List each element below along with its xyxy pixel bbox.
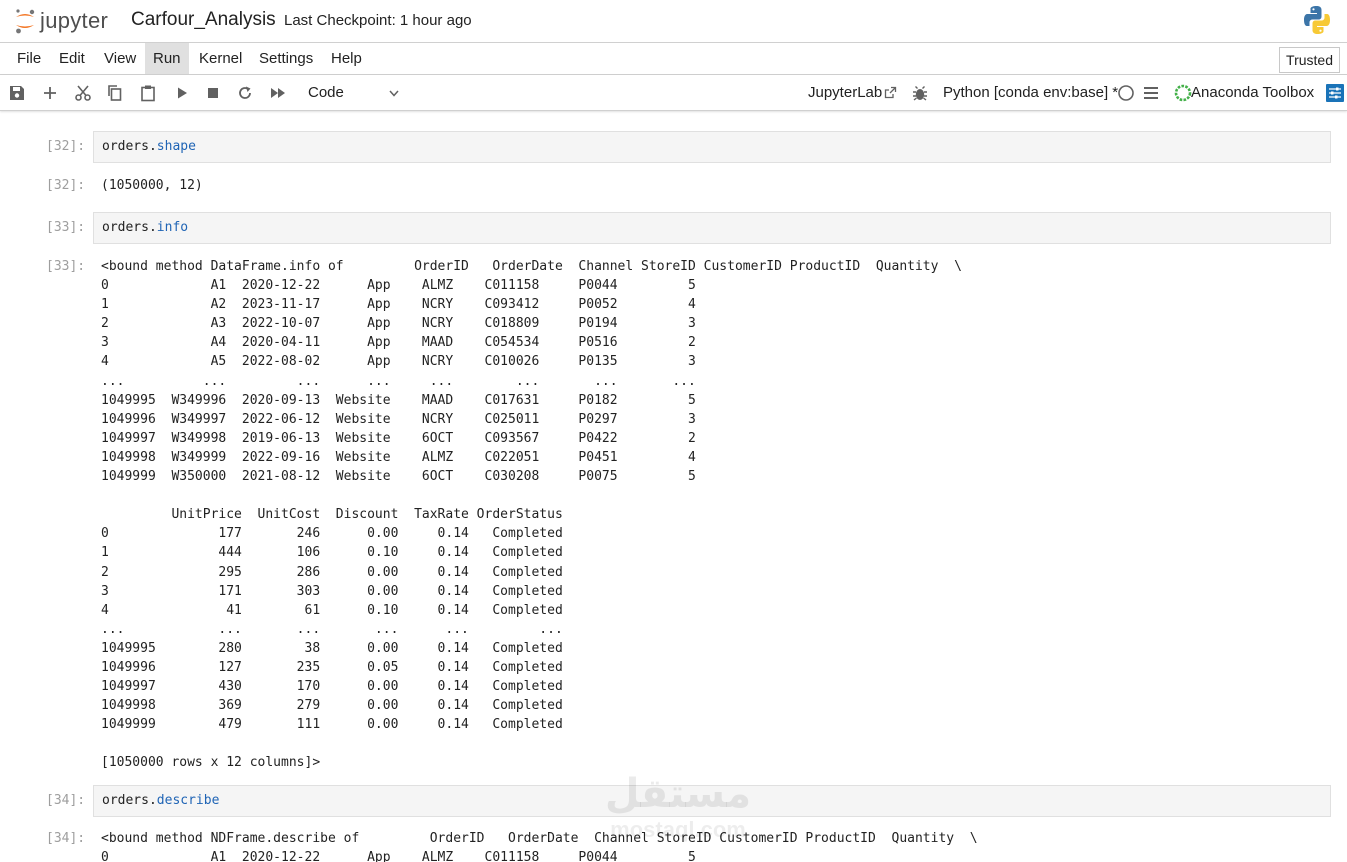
code-attribute: describe xyxy=(156,793,220,808)
anaconda-icon xyxy=(1174,84,1192,102)
menu-lines-icon[interactable] xyxy=(1143,85,1159,101)
cell-type-select[interactable]: Code xyxy=(308,84,344,101)
save-icon[interactable] xyxy=(8,84,26,102)
kernel-name[interactable]: Python [conda env:base] * xyxy=(943,84,1118,101)
notebook-title[interactable]: Carfour_Analysis xyxy=(131,9,276,31)
cell-output: (1050000, 12) xyxy=(101,178,203,193)
output-prompt: [32]: xyxy=(46,178,86,193)
paste-icon[interactable] xyxy=(139,84,157,102)
code-text[interactable]: orders.shape xyxy=(102,139,196,154)
stop-icon[interactable] xyxy=(204,84,222,102)
trusted-badge[interactable]: Trusted xyxy=(1279,47,1340,73)
input-prompt: [32]: xyxy=(46,139,86,154)
jupyter-logo-text: jupyter xyxy=(40,8,109,33)
run-icon[interactable] xyxy=(173,84,191,102)
code-text[interactable]: orders.info xyxy=(102,220,188,235)
input-prompt: [34]: xyxy=(46,793,86,808)
jupyter-logo-icon xyxy=(16,9,35,34)
menu-bar: File Edit View Run Kernel Settings Help … xyxy=(0,43,1347,75)
fast-forward-icon[interactable] xyxy=(269,84,287,102)
notebook-panel[interactable]: [32]: orders.shape [32]: (1050000, 12) [… xyxy=(0,112,1347,862)
cell-output: <bound method NDFrame.describe of OrderI… xyxy=(101,831,978,862)
notebook-toolbar: Code JupyterLab Python [conda env:base] … xyxy=(0,75,1347,111)
bug-icon[interactable] xyxy=(912,84,928,102)
copy-icon[interactable] xyxy=(106,84,124,102)
menu-run[interactable]: Run xyxy=(145,43,189,74)
restart-icon[interactable] xyxy=(236,84,254,102)
kernel-status-icon xyxy=(1118,85,1134,101)
code-attribute: info xyxy=(156,220,189,235)
menu-edit[interactable]: Edit xyxy=(51,43,93,74)
menu-settings[interactable]: Settings xyxy=(251,43,321,74)
python-logo-icon xyxy=(1304,6,1330,34)
menu-kernel[interactable]: Kernel xyxy=(191,43,250,74)
menu-file[interactable]: File xyxy=(9,43,49,74)
anaconda-toolbox-button[interactable]: Anaconda Toolbox xyxy=(1191,84,1314,101)
code-object: orders. xyxy=(102,139,157,154)
code-object: orders. xyxy=(102,793,157,808)
settings-sliders-icon[interactable] xyxy=(1326,84,1344,102)
menu-view[interactable]: View xyxy=(96,43,144,74)
cell-output: <bound method DataFrame.info of OrderID … xyxy=(101,259,962,771)
output-prompt: [34]: xyxy=(46,831,86,846)
code-cell[interactable]: orders.describe xyxy=(93,785,1331,817)
output-prompt: [33]: xyxy=(46,259,86,274)
jupyter-logo[interactable]: jupyter xyxy=(14,6,108,36)
code-object: orders. xyxy=(102,220,157,235)
code-cell[interactable]: orders.info xyxy=(93,212,1331,244)
chevron-down-icon[interactable] xyxy=(387,86,401,100)
cut-icon[interactable] xyxy=(74,84,92,102)
title-bar: jupyter Carfour_Analysis Last Checkpoint… xyxy=(0,0,1347,43)
code-cell[interactable]: orders.shape xyxy=(93,131,1331,163)
jupyterlab-link[interactable]: JupyterLab xyxy=(808,84,882,101)
menu-help[interactable]: Help xyxy=(323,43,370,74)
code-text[interactable]: orders.describe xyxy=(102,793,219,808)
checkpoint-status: Last Checkpoint: 1 hour ago xyxy=(284,12,472,29)
add-cell-icon[interactable] xyxy=(41,84,59,102)
input-prompt: [33]: xyxy=(46,220,86,235)
code-attribute: shape xyxy=(156,139,196,154)
external-link-icon[interactable] xyxy=(884,86,897,99)
